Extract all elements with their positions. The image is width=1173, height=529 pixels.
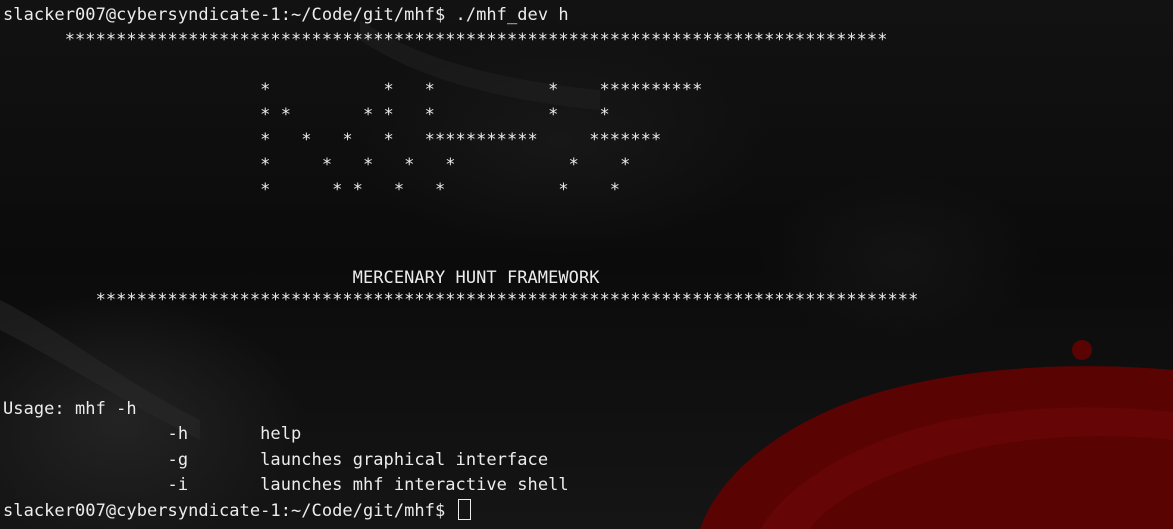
option-description: help	[188, 424, 302, 444]
option-description: launches graphical interface	[188, 450, 549, 470]
option-flag: -h	[3, 424, 189, 444]
usage-text: Usage: mhf -h	[3, 399, 137, 419]
red-dot	[1072, 340, 1092, 360]
logo-line: * * * * *********** *******	[3, 130, 662, 150]
command-line: slacker007@cybersyndicate-1:~/Code/git/m…	[3, 3, 569, 28]
shell-prompt: slacker007@cybersyndicate-1:~/Code/git/m…	[3, 501, 456, 521]
logo-line: * * * * * * *	[3, 180, 621, 200]
logo-line: * * * * **********	[3, 80, 703, 100]
option-flag: -i	[3, 475, 189, 495]
banner-top: ****************************************…	[3, 30, 888, 50]
command-text: ./mhf_dev h	[445, 5, 569, 25]
banner-bottom: ****************************************…	[3, 290, 919, 310]
terminal-window[interactable]: slacker007@cybersyndicate-1:~/Code/git/m…	[0, 0, 1173, 529]
option-row: -h help	[3, 422, 302, 447]
input-line[interactable]: slacker007@cybersyndicate-1:~/Code/git/m…	[3, 499, 471, 524]
logo-line: * * * * * * *	[3, 155, 631, 175]
option-description: launches mhf interactive shell	[188, 475, 569, 495]
logo-line: * * * * * * *	[3, 105, 610, 125]
text-cursor[interactable]	[457, 499, 471, 520]
option-row: -i launches mhf interactive shell	[3, 473, 569, 498]
option-row: -g launches graphical interface	[3, 448, 549, 473]
option-flag: -g	[3, 450, 189, 470]
shell-prompt: slacker007@cybersyndicate-1:~/Code/git/m…	[3, 5, 446, 25]
